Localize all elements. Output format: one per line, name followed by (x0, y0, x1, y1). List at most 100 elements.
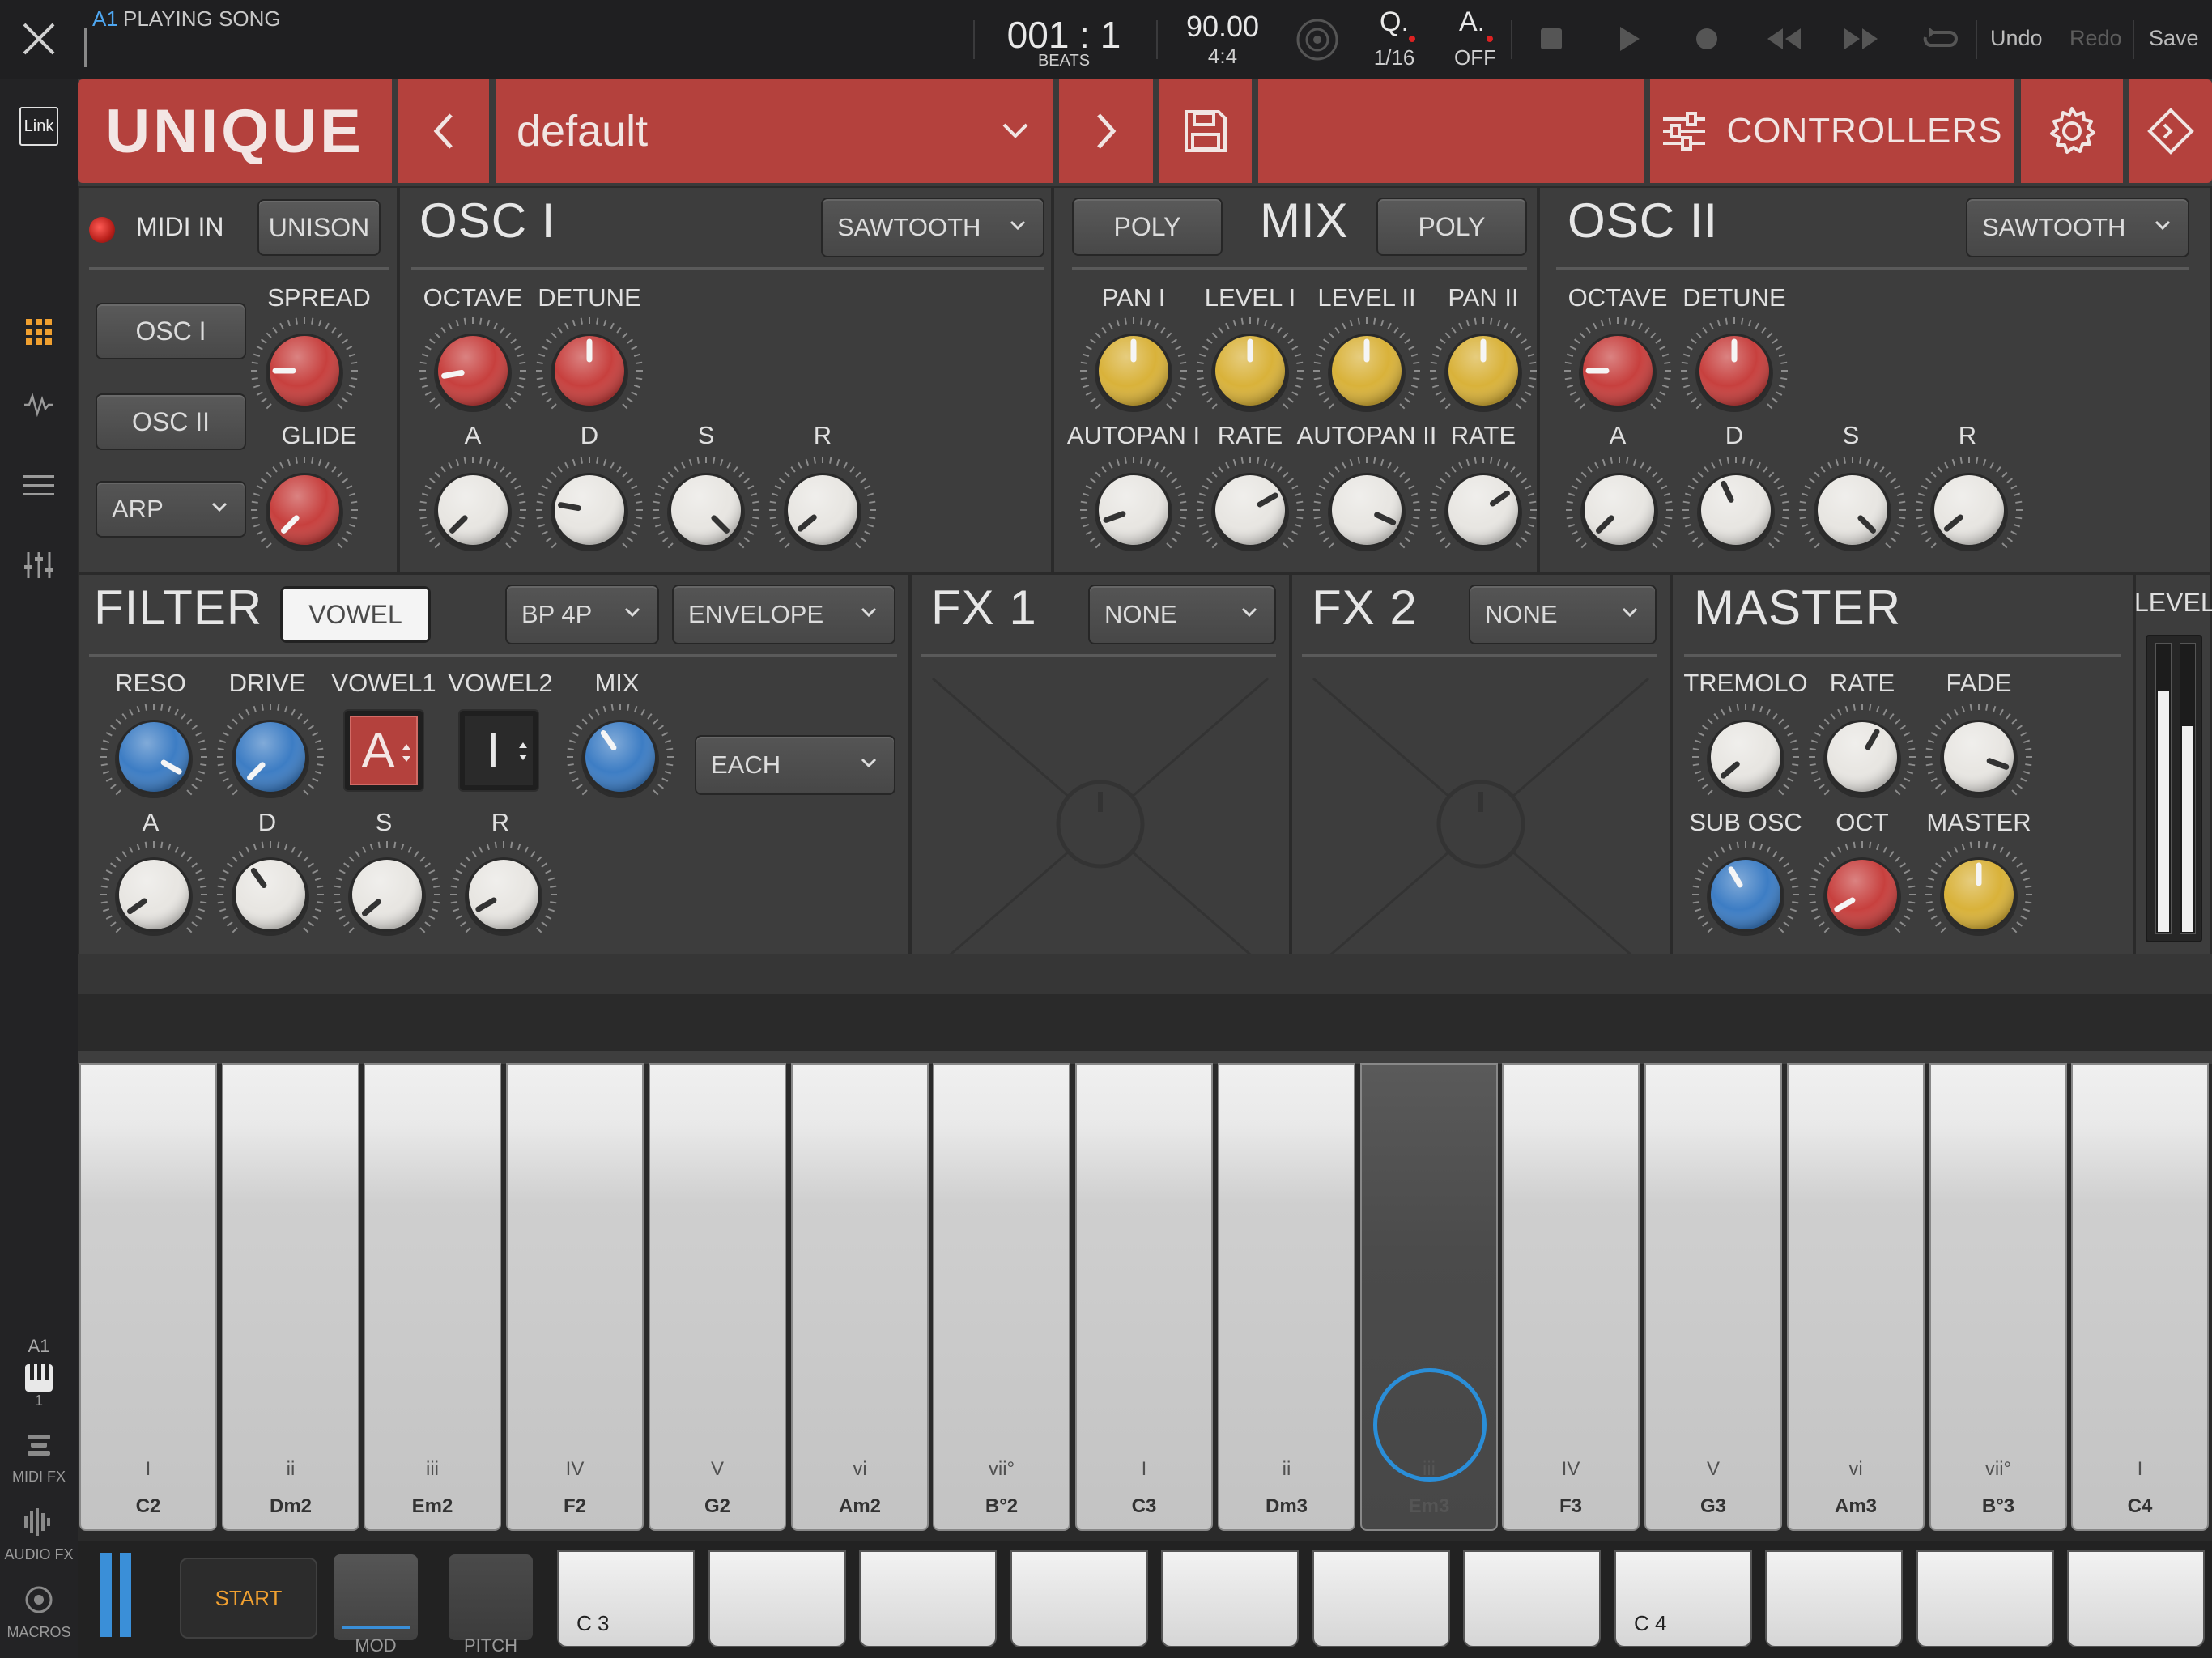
fx2-dropdown[interactable]: NONE (1469, 585, 1657, 644)
rate1-knob[interactable] (1189, 449, 1311, 571)
filter-attack-knob[interactable] (93, 834, 215, 955)
loop-icon[interactable] (1921, 24, 1958, 53)
chord-key-G2[interactable]: V G2 (649, 1063, 786, 1531)
osc2-select-button[interactable]: OSC II (96, 393, 246, 450)
arp-dropdown[interactable]: ARP (96, 481, 246, 538)
chord-key-F3[interactable]: IV F3 (1502, 1063, 1640, 1531)
chord-key-B°3[interactable]: vii° B°3 (1929, 1063, 2067, 1531)
mini-piano-key[interactable] (1916, 1550, 2054, 1647)
osc2-release-knob[interactable] (1908, 449, 2030, 571)
waveform-icon[interactable] (16, 382, 62, 427)
vowel2-stepper[interactable]: I (458, 709, 539, 792)
mix-poly2-button[interactable]: POLY (1376, 198, 1527, 256)
controllers-button[interactable]: CONTROLLERS (1650, 79, 2014, 183)
scroll-indicator[interactable] (100, 1553, 112, 1637)
mini-piano-key[interactable] (859, 1550, 997, 1647)
autopan2-knob[interactable] (1306, 449, 1427, 571)
filter-mode-dropdown[interactable]: ENVELOPE (672, 585, 895, 644)
pan2-knob[interactable] (1423, 310, 1544, 432)
tremolo-knob[interactable] (1685, 696, 1806, 818)
master-volume-knob[interactable] (1918, 834, 2040, 955)
spread-knob[interactable] (244, 310, 365, 432)
osc1-detune-knob[interactable] (529, 310, 650, 432)
osc2-detune-knob[interactable] (1674, 310, 1795, 432)
mini-piano-key[interactable] (2067, 1550, 2205, 1647)
mini-piano-key[interactable]: C 4 (1614, 1550, 1752, 1647)
osc1-octave-knob[interactable] (412, 310, 534, 432)
quantize-label[interactable]: Q. (1376, 6, 1412, 38)
drive-knob[interactable] (210, 696, 331, 818)
chord-key-C2[interactable]: I C2 (79, 1063, 217, 1531)
fade-knob[interactable] (1918, 696, 2040, 818)
autopan1-knob[interactable] (1073, 449, 1194, 571)
next-preset-button[interactable] (1059, 79, 1153, 183)
filter-mix-knob[interactable] (559, 696, 681, 818)
chord-key-Am3[interactable]: vi Am3 (1787, 1063, 1925, 1531)
chord-key-Dm3[interactable]: ii Dm3 (1218, 1063, 1355, 1531)
chord-key-Am2[interactable]: vi Am2 (791, 1063, 929, 1531)
save-button[interactable]: Save (2149, 26, 2199, 51)
fast-forward-icon[interactable] (1841, 26, 1880, 52)
fx1-dropdown[interactable]: NONE (1088, 585, 1276, 644)
chord-key-Dm2[interactable]: ii Dm2 (222, 1063, 359, 1531)
link-button[interactable]: Link (19, 107, 58, 146)
pitch-wheel[interactable] (449, 1554, 533, 1640)
filter-type-dropdown[interactable]: BP 4P (505, 585, 659, 644)
audio-fx-icon[interactable] (16, 1499, 62, 1545)
osc2-wave-dropdown[interactable]: SAWTOOTH (1966, 198, 2189, 257)
mini-piano-key[interactable] (1765, 1550, 1903, 1647)
save-preset-button[interactable] (1159, 79, 1252, 183)
chord-key-C4[interactable]: I C4 (2071, 1063, 2209, 1531)
chord-key-B°2[interactable]: vii° B°2 (933, 1063, 1070, 1531)
osc1-decay-knob[interactable] (529, 449, 650, 571)
vowel1-stepper[interactable]: A (343, 709, 424, 792)
prev-preset-button[interactable] (398, 79, 489, 183)
rows-icon[interactable] (16, 463, 62, 508)
close-icon[interactable] (18, 18, 60, 60)
chord-key-C3[interactable]: I C3 (1075, 1063, 1213, 1531)
settings-button[interactable] (2021, 79, 2123, 183)
mini-piano-key[interactable] (1312, 1550, 1450, 1647)
stop-icon[interactable] (1538, 26, 1564, 52)
osc1-attack-knob[interactable] (412, 449, 534, 571)
preset-selector[interactable]: default (496, 79, 1053, 183)
metronome-icon[interactable] (1295, 18, 1339, 62)
tempo[interactable]: 90.00 (1166, 10, 1279, 44)
osc1-sustain-knob[interactable] (645, 449, 767, 571)
each-dropdown[interactable]: EACH (695, 735, 895, 795)
mixer-icon[interactable] (16, 542, 62, 588)
chord-key-F2[interactable]: IV F2 (506, 1063, 644, 1531)
osc1-release-knob[interactable] (762, 449, 883, 571)
osc2-sustain-knob[interactable] (1792, 449, 1913, 571)
oct-knob[interactable] (1802, 834, 1923, 955)
pan1-knob[interactable] (1073, 310, 1194, 432)
song-position[interactable]: 001 : 1 (991, 13, 1137, 57)
play-icon[interactable] (1616, 24, 1642, 53)
osc1-wave-dropdown[interactable]: SAWTOOTH (821, 198, 1044, 257)
mod-wheel[interactable] (334, 1554, 418, 1640)
level1-knob[interactable] (1189, 310, 1311, 432)
rewind-icon[interactable] (1765, 26, 1804, 52)
midi-fx-icon[interactable] (16, 1423, 62, 1469)
level2-knob[interactable] (1306, 310, 1427, 432)
glide-knob[interactable] (244, 449, 365, 571)
redo-button[interactable]: Redo (2069, 26, 2122, 51)
osc2-octave-knob[interactable] (1557, 310, 1678, 432)
filter-sustain-knob[interactable] (326, 834, 448, 955)
mini-piano-key[interactable] (708, 1550, 846, 1647)
master-rate-knob[interactable] (1802, 696, 1923, 818)
macros-icon[interactable] (16, 1577, 62, 1622)
vowel-button[interactable]: VOWEL (280, 586, 431, 643)
mini-piano-key[interactable]: C 3 (557, 1550, 695, 1647)
filter-decay-knob[interactable] (210, 834, 331, 955)
osc1-select-button[interactable]: OSC I (96, 303, 246, 359)
sub-osc-knob[interactable] (1685, 834, 1806, 955)
mini-piano-key[interactable] (1010, 1550, 1148, 1647)
time-signature[interactable]: 4:4 (1166, 44, 1279, 69)
filter-release-knob[interactable] (443, 834, 564, 955)
record-icon[interactable] (1694, 26, 1720, 52)
mini-piano-key[interactable] (1161, 1550, 1299, 1647)
mix-poly1-button[interactable]: POLY (1072, 198, 1223, 256)
grid-icon[interactable] (16, 309, 62, 355)
osc2-attack-knob[interactable] (1559, 449, 1680, 571)
